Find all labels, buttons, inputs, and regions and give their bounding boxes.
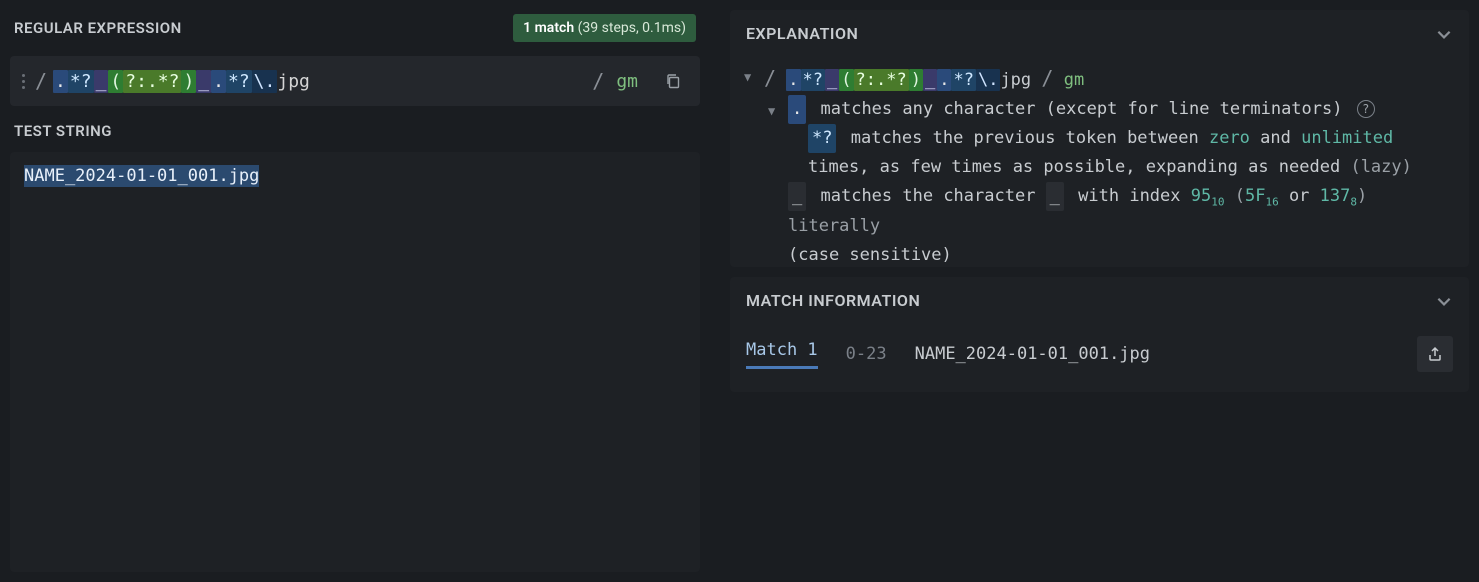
match-text: NAME_2024-01-01_001.jpg [915, 344, 1150, 364]
explanation-header[interactable]: EXPLANATION [730, 10, 1469, 57]
regex-flags[interactable]: gm [610, 71, 638, 92]
regex-open-delim: / [35, 69, 47, 93]
copy-icon [665, 73, 681, 89]
chevron-down-icon[interactable] [1435, 25, 1453, 43]
explanation-dot-line[interactable]: ▼ . matches any character (except for li… [740, 95, 1461, 124]
test-string-input[interactable]: NAME_2024-01-01_001.jpg [10, 152, 700, 572]
triangle-down-icon[interactable]: ▼ [768, 95, 782, 121]
regex-token: \. [252, 70, 278, 93]
explanation-regex-line[interactable]: ▼ / .*?_(?:.*?)_.*?\.jpg / gm [740, 61, 1461, 95]
regex-token: \. [976, 69, 1000, 91]
regex-token: ) [909, 69, 923, 91]
export-button[interactable] [1417, 336, 1453, 372]
share-icon [1427, 346, 1443, 362]
regex-token: *? [951, 69, 975, 91]
info-icon[interactable]: ? [1357, 100, 1375, 118]
match-range: 0-23 [846, 344, 887, 364]
regex-section-header: REGULAR EXPRESSION 1 match (39 steps, 0.… [0, 0, 710, 52]
match-row[interactable]: Match 1 0-23 NAME_2024-01-01_001.jpg [730, 324, 1469, 392]
regex-token: . [211, 70, 226, 93]
regex-token: ?:.*? [854, 69, 909, 91]
regex-token: jpg [277, 71, 310, 92]
match-count: 1 match [523, 20, 574, 36]
regex-token: *? [68, 70, 94, 93]
explanation-star-line: *? matches the previous token between ze… [740, 124, 1461, 182]
regex-token: . [53, 70, 68, 93]
drag-handle-icon[interactable] [20, 74, 29, 89]
explanation-underscore-line: _ matches the character _ with index 951… [740, 182, 1461, 267]
regex-close-delim: / [592, 69, 604, 93]
match-info-title: MATCH INFORMATION [746, 291, 920, 310]
regex-token: *? [801, 69, 825, 91]
regex-input[interactable]: / .*?_(?:.*?)_.*?\.jpg / gm [10, 56, 700, 106]
match-details: (39 steps, 0.1ms) [578, 20, 686, 36]
regex-token: _ [196, 70, 211, 93]
regex-token: . [786, 69, 800, 91]
regex-token: ( [839, 69, 853, 91]
match-badge: 1 match (39 steps, 0.1ms) [513, 14, 696, 42]
regex-token: . [937, 69, 951, 91]
regex-token: _ [94, 70, 109, 93]
match-label: Match 1 [746, 340, 818, 369]
regex-token: _ [825, 69, 839, 91]
chevron-down-icon[interactable] [1435, 292, 1453, 310]
explanation-title: EXPLANATION [746, 24, 858, 43]
match-info-panel: MATCH INFORMATION Match 1 0-23 NAME_2024… [730, 277, 1469, 392]
copy-button[interactable] [656, 66, 690, 96]
regex-token: jpg [1000, 70, 1031, 90]
test-string-header: TEST STRING [0, 106, 710, 148]
regex-token: ?:.*? [123, 70, 181, 93]
regex-body[interactable]: .*?_(?:.*?)_.*?\.jpg [53, 70, 586, 93]
regex-token: _ [923, 69, 937, 91]
explanation-panel: EXPLANATION ▼ / .*?_(?:.*?)_.*?\.jpg / g… [730, 10, 1469, 267]
triangle-down-icon[interactable]: ▼ [744, 61, 758, 87]
regex-token: ( [108, 70, 123, 93]
explanation-body: ▼ / .*?_(?:.*?)_.*?\.jpg / gm ▼ . matche… [730, 57, 1469, 267]
regex-title: REGULAR EXPRESSION [14, 19, 182, 37]
regex-token: ) [181, 70, 196, 93]
regex-token: *? [226, 70, 252, 93]
test-string-match: NAME_2024-01-01_001.jpg [24, 165, 259, 187]
test-string-title: TEST STRING [14, 122, 112, 140]
match-info-header[interactable]: MATCH INFORMATION [730, 277, 1469, 324]
